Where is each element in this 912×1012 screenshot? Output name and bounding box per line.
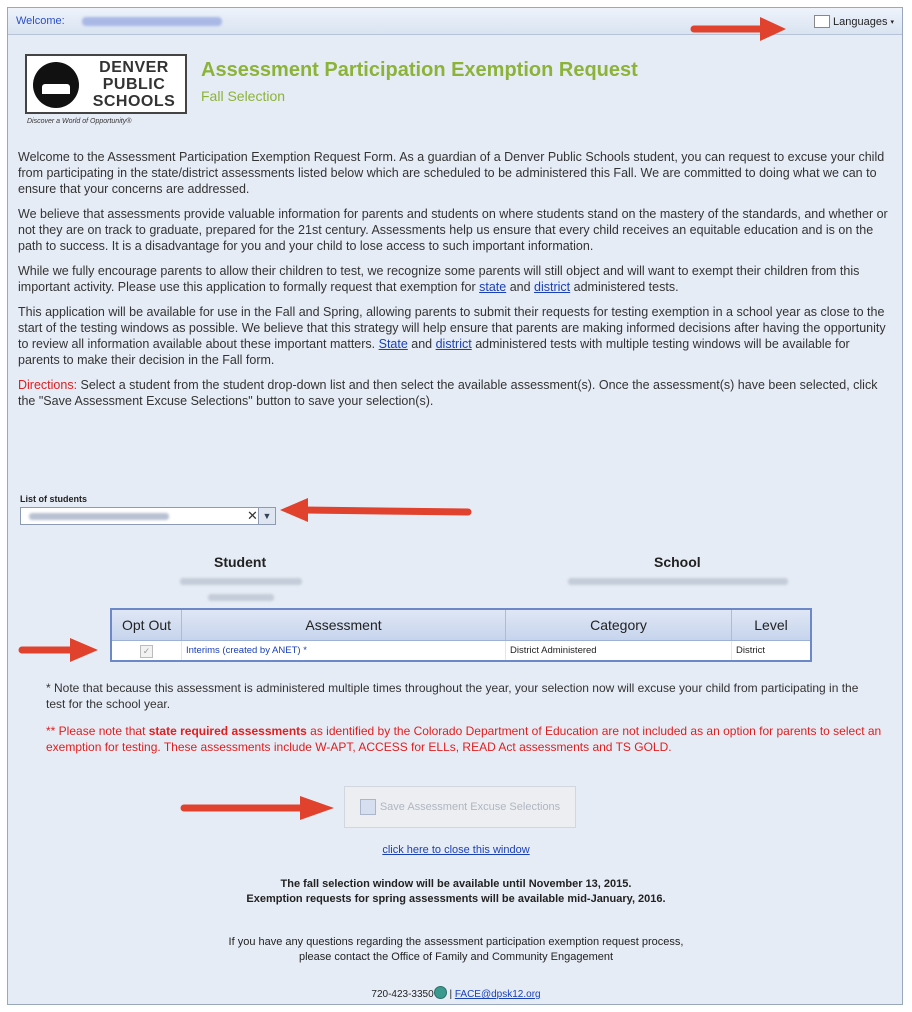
close-window-container: click here to close this window: [8, 844, 904, 856]
district-link[interactable]: district: [534, 280, 570, 294]
intro-p3-and: and: [506, 280, 535, 294]
level-cell: District: [736, 645, 766, 656]
multiple-testing-note: * Note that because this assessment is a…: [46, 681, 859, 711]
opt-out-checkbox[interactable]: ✓: [140, 645, 153, 658]
state-link[interactable]: state: [479, 280, 506, 294]
col-category[interactable]: Category: [506, 610, 732, 640]
clear-icon[interactable]: ✕: [247, 508, 258, 524]
languages-label: Languages: [833, 15, 888, 28]
languages-menu[interactable]: Languages ▾: [814, 15, 894, 28]
arrow-to-student-list-icon: [280, 498, 472, 522]
fall-window-notice: The fall selection window will be availa…: [280, 878, 632, 890]
dropdown-arrow-icon[interactable]: ▼: [258, 508, 275, 524]
save-selections-button[interactable]: Save Assessment Excuse Selections: [344, 786, 576, 828]
intro-p4-and: and: [407, 337, 436, 351]
intro-paragraph-2: We believe that assessments provide valu…: [18, 207, 888, 253]
save-icon: [359, 799, 376, 815]
close-window-link[interactable]: click here to close this window: [382, 844, 529, 856]
page-title: Assessment Participation Exemption Reque…: [201, 59, 638, 81]
intro-p3-text: While we fully encourage parents to allo…: [18, 264, 860, 294]
flag-icon: [814, 15, 831, 28]
assessment-grid: Opt Out Assessment Category Level ✓ Inte…: [110, 608, 812, 662]
student-list-label: List of students: [20, 494, 87, 504]
questions-line-2: please contact the Office of Family and …: [298, 951, 614, 963]
student-name-redacted: [180, 578, 302, 585]
logo-emblem-icon: [33, 62, 79, 108]
arrow-to-save-button-icon: [180, 796, 334, 820]
district-link-2[interactable]: district: [436, 337, 472, 351]
note2-bold: state required assessments: [148, 724, 307, 738]
student-select[interactable]: ✕ ▼: [20, 507, 276, 525]
logo-text: DENVER PUBLIC SCHOOLS: [87, 59, 181, 110]
opt-out-cell: ✓: [112, 641, 182, 660]
student-grade-redacted: [208, 594, 274, 601]
category-cell: District Administered: [506, 641, 732, 660]
contact-info: 720-423-3350 | FACE@dpsk12.org: [8, 986, 904, 1000]
logo-line-1: DENVER: [99, 59, 169, 76]
directions-text: Select a student from the student drop-d…: [18, 378, 878, 408]
selected-student-redacted: [29, 513, 169, 520]
user-name-redacted: [82, 17, 222, 26]
intro-paragraph-4: This application will be available for u…: [18, 304, 894, 368]
arrow-to-opt-out-icon: [18, 638, 98, 662]
school-header: School: [654, 554, 701, 570]
spring-window-notice: Exemption requests for spring assessment…: [246, 893, 666, 905]
logo-tagline: Discover a World of Opportunity®: [27, 118, 132, 125]
contact-separator: |: [449, 989, 453, 1000]
col-opt-out[interactable]: Opt Out: [112, 610, 182, 640]
note2-text: ** Please note that: [46, 724, 149, 738]
intro-paragraph-3: While we fully encourage parents to allo…: [18, 263, 894, 295]
welcome-label: Welcome:: [16, 15, 65, 27]
directions-label: Directions:: [18, 378, 78, 392]
dps-logo: DENVER PUBLIC SCHOOLS: [25, 54, 187, 114]
save-button-label: Save Assessment Excuse Selections: [379, 801, 561, 813]
logo-line-3: SCHOOLS: [92, 93, 176, 110]
state-link-2[interactable]: State: [379, 337, 408, 351]
questions-line-1: If you have any questions regarding the …: [228, 936, 684, 948]
assessment-cell: Interims (created by ANET) *: [182, 641, 506, 660]
intro-p3-text-end: administered tests.: [570, 280, 679, 294]
state-assessments-note: ** Please note that state required asses…: [46, 723, 886, 755]
page-subtitle: Fall Selection: [201, 88, 286, 104]
table-row: ✓ Interims (created by ANET) * District …: [112, 641, 810, 660]
col-assessment[interactable]: Assessment: [182, 610, 506, 640]
logo-line-2: PUBLIC: [102, 76, 166, 93]
phone-number: 720-423-3350: [371, 989, 434, 1000]
intro-paragraph-1: Welcome to the Assessment Participation …: [18, 150, 885, 196]
school-name-redacted: [568, 578, 788, 585]
intro-text: Welcome to the Assessment Participation …: [18, 149, 894, 418]
directions: Directions: Select a student from the st…: [18, 377, 894, 409]
globe-icon: [433, 986, 447, 999]
caret-down-icon: ▾: [890, 18, 894, 26]
col-level[interactable]: Level: [732, 610, 810, 640]
arrow-to-languages-icon: [690, 17, 786, 41]
student-header: Student: [214, 554, 267, 570]
grid-header: Opt Out Assessment Category Level: [112, 610, 810, 641]
email-link[interactable]: FACE@dpsk12.org: [455, 989, 541, 1000]
